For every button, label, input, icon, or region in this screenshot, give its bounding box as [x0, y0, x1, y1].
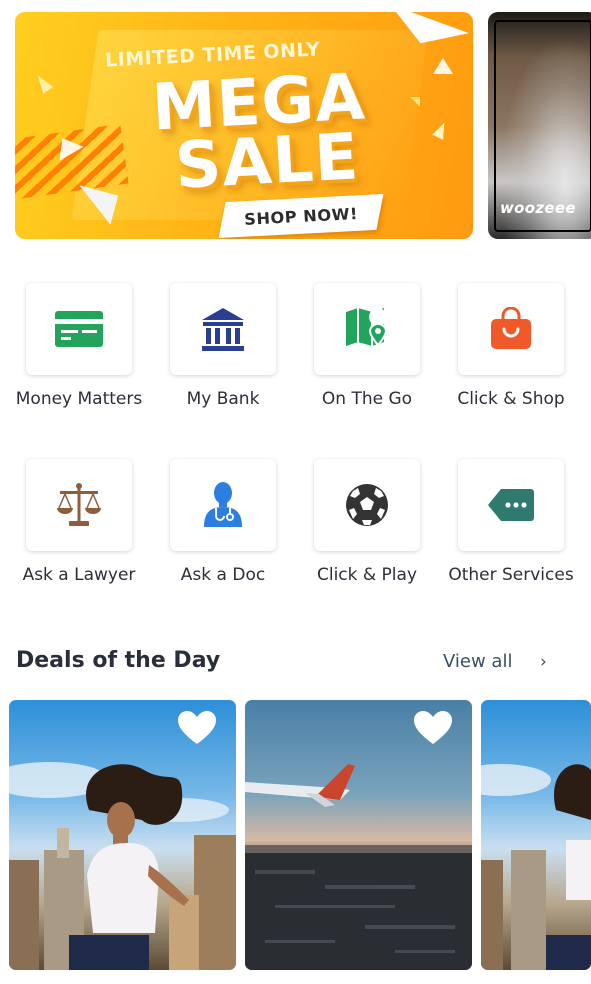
service-click-shop[interactable]: Click & Shop: [432, 283, 576, 433]
service-ask-a-lawyer[interactable]: Ask a Lawyer: [0, 459, 144, 609]
service-tile[interactable]: [458, 283, 564, 375]
service-tile[interactable]: [170, 283, 276, 375]
shop-now-button[interactable]: SHOP NOW!: [218, 193, 384, 239]
service-tile[interactable]: [458, 459, 564, 551]
service-label: My Bank: [186, 389, 260, 409]
deal-card[interactable]: [481, 700, 591, 970]
paper-triangle-decoration: [410, 97, 420, 107]
deals-section-title: Deals of the Day: [16, 648, 221, 673]
promo-banner-carousel[interactable]: LIMITED TIME ONLY MEGA SALE SHOP NOW! wo…: [15, 12, 591, 240]
deal-card[interactable]: [245, 700, 472, 970]
more-tag-icon: [488, 489, 534, 521]
service-label: On The Go: [321, 389, 413, 409]
service-label: Money Matters: [15, 389, 143, 409]
heart-icon[interactable]: [413, 710, 453, 746]
service-tile[interactable]: [26, 459, 132, 551]
service-my-bank[interactable]: My Bank: [144, 283, 288, 433]
service-click-play[interactable]: Click & Play: [288, 459, 432, 609]
mega-sale-banner[interactable]: LIMITED TIME ONLY MEGA SALE SHOP NOW!: [15, 12, 473, 239]
chevron-right-icon[interactable]: ›: [540, 652, 547, 672]
service-tile[interactable]: [26, 283, 132, 375]
shopping-bag-icon: [491, 307, 531, 349]
paper-triangle-decoration: [432, 120, 450, 140]
service-label: Click & Shop: [457, 389, 565, 409]
banner-sale-text: SALE: [173, 120, 361, 204]
doctor-icon: [204, 482, 242, 527]
service-money-matters[interactable]: Money Matters: [0, 283, 144, 433]
soccer-ball-icon: [346, 484, 388, 526]
service-ask-a-doc[interactable]: Ask a Doc: [144, 459, 288, 609]
shop-now-label: SHOP NOW!: [243, 203, 359, 229]
view-all-link[interactable]: View all: [443, 651, 512, 672]
service-on-the-go[interactable]: On The Go: [288, 283, 432, 433]
woozeee-logo: woozeee: [500, 199, 576, 217]
paper-triangle-decoration: [32, 72, 54, 94]
paper-triangle-decoration: [433, 58, 453, 74]
map-pin-icon: [346, 308, 388, 347]
woozeee-banner[interactable]: woozeee: [488, 12, 591, 239]
bank-icon: [202, 308, 244, 351]
credit-card-icon: [55, 311, 103, 347]
service-other-services[interactable]: Other Services: [432, 459, 576, 609]
service-tile[interactable]: [314, 459, 420, 551]
deal-card[interactable]: [9, 700, 236, 970]
service-tile[interactable]: [170, 459, 276, 551]
service-tile[interactable]: [314, 283, 420, 375]
service-label: Click & Play: [316, 565, 418, 585]
heart-icon[interactable]: [177, 710, 217, 746]
service-label: Ask a Lawyer: [22, 565, 136, 585]
service-label: Ask a Doc: [180, 565, 266, 585]
deal-image: [481, 764, 591, 970]
scales-icon: [57, 483, 101, 526]
service-label: Other Services: [448, 565, 574, 585]
